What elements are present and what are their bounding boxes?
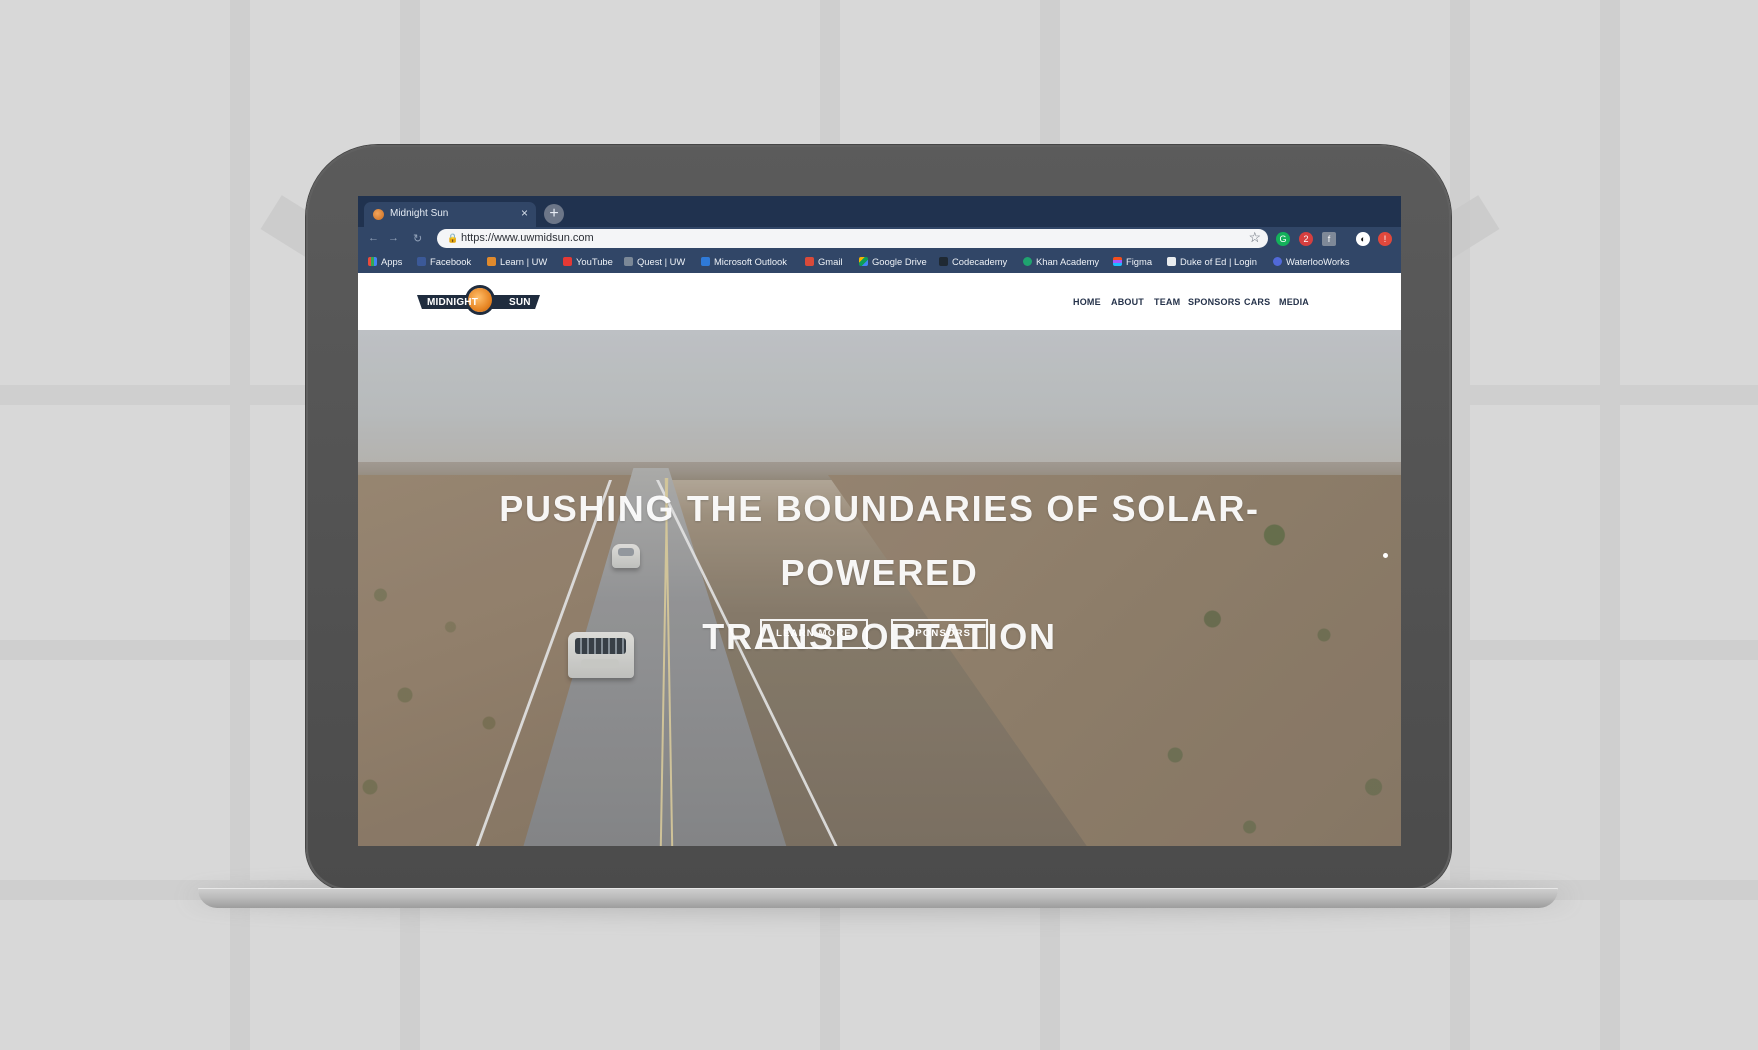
learn-more-button[interactable]: LEARN MORE <box>760 619 868 649</box>
site-header: MIDNIGHT SUN HOME ABOUT TEAM SPONSORS CA… <box>358 273 1401 330</box>
bookmark-label: Learn | UW <box>500 256 548 267</box>
adblock-icon[interactable]: 2 <box>1299 232 1313 246</box>
outlook-icon <box>701 257 710 266</box>
browser-tab[interactable]: Midnight Sun × <box>364 202 536 227</box>
nav-about[interactable]: ABOUT <box>1111 297 1144 307</box>
document-icon <box>1167 257 1176 266</box>
bookmark-quest[interactable]: Quest | UW <box>624 256 685 267</box>
logo-left-text: MIDNIGHT <box>427 297 479 308</box>
bookmark-facebook[interactable]: Facebook <box>417 256 471 267</box>
bookmark-codecademy[interactable]: Codecademy <box>939 256 1007 267</box>
bookmarks-bar: Apps Facebook Learn | UW YouTube Quest |… <box>358 251 1401 273</box>
bookmark-waterlooworks[interactable]: WaterlooWorks <box>1273 256 1350 267</box>
bookmark-star-icon[interactable]: ☆ <box>1248 229 1261 246</box>
carousel-dot[interactable] <box>1383 553 1388 558</box>
sponsors-button[interactable]: SPONSORS <box>891 619 988 649</box>
bookmark-google-drive[interactable]: Google Drive <box>859 256 927 267</box>
bookmark-gmail[interactable]: Gmail <box>805 256 842 267</box>
tab-title: Midnight Sun <box>390 208 449 219</box>
site-favicon-icon <box>373 209 384 220</box>
hero-headline: PUSHING THE BOUNDARIES OF SOLAR-POWERED … <box>425 477 1335 669</box>
new-tab-button[interactable]: + <box>544 204 564 224</box>
codecademy-icon <box>939 257 948 266</box>
bookmark-label: YouTube <box>576 256 613 267</box>
bookmark-learn[interactable]: Learn | UW <box>487 256 547 267</box>
forward-icon[interactable]: → <box>388 232 399 244</box>
bookmark-duke-of-ed[interactable]: Duke of Ed | Login <box>1167 256 1257 267</box>
bookmark-label: Apps <box>381 256 403 267</box>
browser-toolbar: ← → ↻ 🔒 https://www.uwmidsun.com ☆ G 2 f… <box>358 227 1401 251</box>
close-tab-icon[interactable]: × <box>521 206 528 220</box>
browser-screen: Midnight Sun × + ← → ↻ 🔒 https://www.uwm… <box>358 196 1401 846</box>
bookmark-label: Microsoft Outlook <box>714 256 787 267</box>
nav-cars[interactable]: CARS <box>1244 297 1270 307</box>
youtube-icon <box>563 257 572 266</box>
bookmark-label: Quest | UW <box>637 256 686 267</box>
bookmark-label: Duke of Ed | Login <box>1180 256 1257 267</box>
hero-section: PUSHING THE BOUNDARIES OF SOLAR-POWERED … <box>358 330 1401 846</box>
nav-sponsors[interactable]: SPONSORS <box>1188 297 1241 307</box>
apps-icon <box>368 257 377 266</box>
hero-line-2: TRANSPORTATION <box>702 616 1057 657</box>
quest-icon <box>624 257 633 266</box>
google-drive-icon <box>859 257 868 266</box>
bookmark-label: Gmail <box>818 256 843 267</box>
bookmark-label: WaterlooWorks <box>1286 256 1350 267</box>
bookmark-label: Codecademy <box>952 256 1008 267</box>
lock-icon: 🔒 <box>447 233 459 243</box>
facebook-icon <box>417 257 426 266</box>
address-bar[interactable]: 🔒 https://www.uwmidsun.com ☆ <box>437 229 1268 248</box>
hero-line-1: PUSHING THE BOUNDARIES OF SOLAR-POWERED <box>499 488 1260 593</box>
browser-tab-bar: Midnight Sun × + <box>358 196 1401 227</box>
logo-right-text: SUN <box>509 297 531 308</box>
khan-academy-icon <box>1023 257 1032 266</box>
bookmark-label: Google Drive <box>872 256 927 267</box>
reload-icon[interactable]: ↻ <box>413 232 422 245</box>
waterlooworks-icon <box>1273 257 1282 266</box>
bookmark-label: Figma <box>1126 256 1153 267</box>
bookmark-apps[interactable]: Apps <box>368 256 402 267</box>
bookmark-label: Khan Academy <box>1036 256 1100 267</box>
figma-icon <box>1113 257 1122 266</box>
back-icon[interactable]: ← <box>368 232 379 244</box>
profile-icon[interactable]: ◐ <box>1356 232 1370 246</box>
bookmark-youtube[interactable]: YouTube <box>563 256 613 267</box>
alert-icon[interactable]: ! <box>1378 232 1392 246</box>
grammarly-icon[interactable]: G <box>1276 232 1290 246</box>
gmail-icon <box>805 257 814 266</box>
facebook-extension-icon[interactable]: f <box>1322 232 1336 246</box>
bookmark-label: Facebook <box>430 256 472 267</box>
nav-team[interactable]: TEAM <box>1154 297 1180 307</box>
bookmark-khan-academy[interactable]: Khan Academy <box>1023 256 1099 267</box>
nav-media[interactable]: MEDIA <box>1279 297 1309 307</box>
laptop-base <box>198 888 1558 908</box>
learn-icon <box>487 257 496 266</box>
bookmark-outlook[interactable]: Microsoft Outlook <box>701 256 787 267</box>
bookmark-figma[interactable]: Figma <box>1113 256 1152 267</box>
midnight-sun-logo[interactable]: MIDNIGHT SUN <box>417 288 540 316</box>
desktop-scene: Midnight Sun × + ← → ↻ 🔒 https://www.uwm… <box>0 0 1758 1050</box>
url-text[interactable]: https://www.uwmidsun.com <box>461 232 594 244</box>
nav-home[interactable]: HOME <box>1073 297 1101 307</box>
